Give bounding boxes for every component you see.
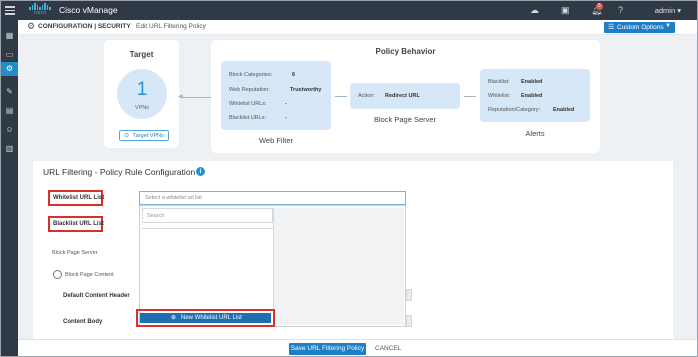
content-body-label: Content Body bbox=[63, 319, 103, 325]
custom-options-button[interactable]: ☰ Custom Options ▼ bbox=[604, 22, 675, 33]
breadcrumb: ⚙ CONFIGURATION | SECURITY Edit URL Filt… bbox=[18, 20, 697, 35]
bp-val: Redirect URL bbox=[385, 93, 420, 99]
al-val-0: Enabled bbox=[521, 79, 543, 85]
nav-monitor[interactable]: ▭ bbox=[1, 48, 18, 62]
default-content-header-label: Default Content Header bbox=[63, 293, 130, 299]
wf-val-0: 6 bbox=[292, 72, 296, 78]
target-unit: VPNs bbox=[134, 105, 150, 111]
al-key-1: Whitelist: bbox=[488, 93, 511, 99]
connector-2 bbox=[464, 96, 476, 97]
target-title: Target bbox=[129, 50, 154, 59]
monitor-icon: ▭ bbox=[5, 50, 14, 59]
cancel-button[interactable]: CANCEL bbox=[375, 345, 401, 352]
target-card: Target 1 VPNs ⊙ Target VPNs bbox=[104, 40, 179, 148]
tools-wrench-icon: ✎ bbox=[6, 87, 13, 96]
breadcrumb-sub: Edit URL Filtering Policy bbox=[136, 23, 206, 30]
target-vpns-label: Target VPNs bbox=[133, 133, 164, 139]
arrow-left-icon: ◀ bbox=[178, 94, 183, 100]
vmanage-window: cisco Cisco vManage ☁ ▣ 🔔︎ 5 ? admin ▾ ▦ … bbox=[0, 0, 698, 357]
rule-config-title: URL Filtering - Policy Rule Configuratio… bbox=[43, 167, 196, 177]
block-page-server-box[interactable]: Action: Redirect URL bbox=[350, 83, 460, 109]
connector-1 bbox=[335, 96, 347, 97]
al-key-0: Blacklist: bbox=[488, 79, 510, 85]
web-filter-caption: Web Filter bbox=[258, 136, 294, 145]
save-url-filtering-policy-button[interactable]: Save URL Filtering Policy bbox=[289, 343, 366, 355]
nav-dashboard[interactable]: ▦ bbox=[1, 29, 18, 43]
al-val-1: Enabled bbox=[521, 93, 543, 99]
wf-val-3: - bbox=[285, 115, 287, 121]
app-title: Cisco vManage bbox=[59, 5, 118, 15]
custom-options-label: Custom Options bbox=[617, 24, 664, 31]
menu-icon[interactable] bbox=[5, 6, 15, 15]
help-icon[interactable]: ? bbox=[618, 5, 623, 16]
blacklist-url-list-label: Blacklist URL List bbox=[53, 221, 104, 227]
target-count: 1 bbox=[136, 79, 148, 100]
wf-val-1: Trustworthy bbox=[290, 87, 322, 93]
analytics-icon: ▥ bbox=[5, 144, 14, 153]
nav-administration[interactable]: ☺ bbox=[1, 123, 18, 137]
target-icon: ⊙ bbox=[124, 133, 130, 139]
left-nav: ▦ ▭ ⚙ ✎ ▤ ☺ ▥ bbox=[1, 20, 18, 356]
user-name: admin bbox=[654, 6, 676, 15]
default-content-header-field[interactable] bbox=[406, 289, 412, 301]
new-whitelist-url-list-button[interactable]: ⊕ New Whitelist URL List bbox=[140, 313, 271, 323]
wf-key-1: Web Reputation: bbox=[229, 87, 270, 93]
list-icon: ☰ bbox=[608, 24, 615, 31]
user-menu[interactable]: admin ▾ bbox=[655, 6, 681, 15]
wf-key-0: Block Categories: bbox=[229, 72, 273, 78]
block-page-content-label: Block Page Content bbox=[65, 272, 114, 278]
block-page-server-label: Block Page Server bbox=[52, 250, 98, 256]
target-count-circle: 1 VPNs bbox=[117, 69, 167, 119]
whitelist-url-list-select[interactable]: Select a whitelist url list bbox=[139, 191, 406, 205]
settings-gear-icon: ⚙ bbox=[27, 21, 36, 31]
alerts-caption: Alerts bbox=[525, 129, 545, 138]
alarm-bell-icon[interactable]: 🔔︎ 5 bbox=[591, 3, 603, 16]
target-connector bbox=[182, 97, 212, 98]
wf-val-2: - bbox=[285, 101, 287, 107]
wf-key-3: Blacklist URLs: bbox=[229, 115, 266, 121]
bp-key: Action: bbox=[358, 93, 375, 99]
whitelist-url-list-label: Whitelist URL List bbox=[53, 195, 105, 201]
new-whitelist-url-list-label: New Whitelist URL List bbox=[181, 315, 242, 321]
web-filter-box[interactable]: Block Categories: 6 Web Reputation: Trus… bbox=[221, 61, 331, 130]
nav-analytics[interactable]: ▥ bbox=[1, 142, 18, 156]
caret-down-icon: ▼ bbox=[665, 23, 671, 29]
nav-tools[interactable]: ✎ bbox=[1, 85, 18, 99]
nav-maintenance[interactable]: ▤ bbox=[1, 104, 18, 118]
configuration-gear-icon: ⚙ bbox=[5, 64, 14, 73]
maintenance-briefcase-icon: ▤ bbox=[5, 106, 14, 115]
plus-circle-icon: ⊕ bbox=[171, 315, 177, 321]
whitelist-select-placeholder: Select a whitelist url list bbox=[145, 195, 202, 201]
dropdown-search-input[interactable]: Search bbox=[142, 208, 273, 223]
dashboard-icon: ▦ bbox=[5, 31, 14, 40]
alerts-box[interactable]: Blacklist: Enabled Whitelist: Enabled Re… bbox=[480, 69, 590, 122]
notification-badge: 5 bbox=[596, 3, 603, 10]
nav-configuration[interactable]: ⚙ bbox=[1, 62, 18, 76]
administration-users-icon: ☺ bbox=[5, 125, 14, 134]
info-icon[interactable]: i bbox=[196, 167, 205, 176]
breadcrumb-main: CONFIGURATION | SECURITY bbox=[38, 23, 131, 30]
policy-behavior-card: Policy Behavior Block Categories: 6 Web … bbox=[211, 40, 600, 153]
logo-text: cisco bbox=[33, 10, 47, 16]
wf-key-2: Whitelist URLs: bbox=[229, 101, 267, 107]
tasks-icon[interactable]: ▣ bbox=[561, 5, 570, 16]
dropdown-preview-pane bbox=[273, 208, 404, 325]
al-key-2: Reputation/Category: bbox=[488, 107, 540, 113]
cloud-icon[interactable]: ☁ bbox=[530, 5, 539, 16]
block-page-server-caption: Block Page Server bbox=[373, 115, 437, 124]
dropdown-search-placeholder: Search bbox=[147, 213, 165, 219]
target-vpns-button[interactable]: ⊙ Target VPNs bbox=[119, 130, 169, 141]
al-val-2: Enabled bbox=[553, 107, 575, 113]
policy-behavior-title: Policy Behavior bbox=[375, 47, 436, 56]
top-bar: cisco Cisco vManage ☁ ▣ 🔔︎ 5 ? admin ▾ bbox=[1, 1, 697, 20]
dropdown-divider bbox=[142, 228, 273, 229]
content-body-field[interactable] bbox=[406, 315, 412, 327]
cisco-logo: cisco bbox=[27, 3, 53, 18]
block-page-content-radio[interactable] bbox=[53, 270, 62, 279]
